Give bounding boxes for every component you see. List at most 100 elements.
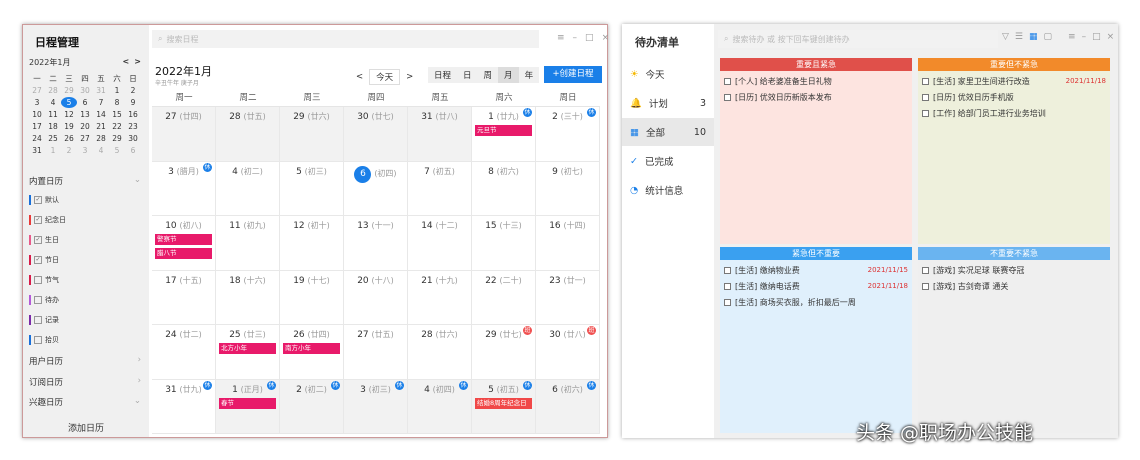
menu-icon[interactable]: ≡: [557, 33, 565, 43]
filter-icon[interactable]: ▽: [1002, 32, 1009, 42]
day-cell[interactable]: 1 (正月) 休春节: [216, 379, 280, 434]
day-cell[interactable]: 27 (廿五): [344, 325, 408, 380]
calendar-item[interactable]: 拾贝: [29, 335, 59, 345]
chevron-down-icon[interactable]: ⌄: [134, 175, 141, 187]
chevron-right-icon[interactable]: ›: [138, 376, 141, 388]
calendar-checkbox[interactable]: [34, 276, 42, 284]
calendar-item[interactable]: 记录: [29, 315, 59, 325]
day-cell[interactable]: 28 (廿五): [216, 107, 280, 162]
day-cell[interactable]: 26 (廿四) 南方小年: [280, 325, 344, 380]
todo-item[interactable]: [游戏] 实况足球 联赛夺冠: [918, 262, 1110, 278]
calendar-item[interactable]: 节气: [29, 275, 59, 285]
event-chip[interactable]: 南方小年: [283, 343, 340, 354]
todo-checkbox[interactable]: [724, 298, 731, 306]
day-cell[interactable]: 3 (腊月) 休: [152, 161, 216, 216]
mini-day[interactable]: 13: [77, 109, 93, 120]
day-cell[interactable]: 23 (廿一): [536, 270, 600, 325]
view-tab[interactable]: 月: [498, 67, 519, 83]
todo-checkbox[interactable]: [922, 282, 929, 290]
calendar-checkbox[interactable]: ✓: [34, 236, 42, 244]
day-cell[interactable]: 8 (初六): [472, 161, 536, 216]
day-cell[interactable]: 5 (初三): [280, 161, 344, 216]
mini-day[interactable]: 5: [61, 97, 77, 108]
mini-day[interactable]: 26: [61, 133, 77, 144]
todo-checkbox[interactable]: [922, 109, 929, 117]
create-schedule-button[interactable]: +创建日程: [544, 66, 602, 83]
view-tab[interactable]: 日: [457, 67, 478, 83]
day-cell[interactable]: 29 (廿七) 班: [472, 325, 536, 380]
mini-day[interactable]: 9: [125, 97, 141, 108]
day-cell[interactable]: 11 (初九): [216, 216, 280, 271]
mini-day[interactable]: 2: [125, 85, 141, 96]
prev-month-button[interactable]: <: [356, 72, 363, 82]
mini-day[interactable]: 4: [45, 97, 61, 108]
mini-day[interactable]: 16: [125, 109, 141, 120]
mini-day[interactable]: 23: [125, 121, 141, 132]
minimize-icon[interactable]: –: [1082, 32, 1087, 42]
event-chip[interactable]: 腊八节: [155, 248, 212, 259]
mini-day[interactable]: 6: [77, 97, 93, 108]
minimize-icon[interactable]: –: [573, 33, 578, 43]
calendar-item[interactable]: ✓ 节日: [29, 255, 59, 265]
day-cell[interactable]: 31 (廿九) 休: [152, 379, 216, 434]
mini-day[interactable]: 11: [45, 109, 61, 120]
todo-nav-grid[interactable]: ▦ 全部 10: [622, 118, 714, 146]
day-cell[interactable]: 13 (十一): [344, 216, 408, 271]
todo-item[interactable]: [生活] 商场买衣服，折扣最后一周: [720, 294, 912, 310]
calendar-checkbox[interactable]: [34, 296, 42, 304]
day-cell[interactable]: 9 (初七): [536, 161, 600, 216]
mini-day[interactable]: 7: [93, 97, 109, 108]
todo-item[interactable]: [工作] 给部门员工进行业务培训: [918, 105, 1110, 121]
day-cell[interactable]: 28 (廿六): [408, 325, 472, 380]
schedule-search-input[interactable]: ⌕ 搜索日程: [152, 30, 539, 48]
mini-day[interactable]: 27: [29, 85, 45, 96]
next-month-button[interactable]: >: [406, 72, 413, 82]
day-cell[interactable]: 24 (廿二): [152, 325, 216, 380]
mini-day[interactable]: 21: [93, 121, 109, 132]
mini-day[interactable]: 28: [45, 85, 61, 96]
view-tab[interactable]: 周: [478, 67, 499, 83]
subscribed-calendars-label[interactable]: 订阅日历: [29, 376, 63, 388]
day-cell[interactable]: 15 (十三): [472, 216, 536, 271]
calendar-item[interactable]: 待办: [29, 295, 59, 305]
day-cell[interactable]: 12 (初十): [280, 216, 344, 271]
calendar-item[interactable]: ✓ 生日: [29, 235, 59, 245]
day-cell[interactable]: 4 (初四) 休: [408, 379, 472, 434]
day-cell[interactable]: 7 (初五): [408, 161, 472, 216]
day-cell[interactable]: 31 (廿八): [408, 107, 472, 162]
mini-day[interactable]: 1: [109, 85, 125, 96]
todo-checkbox[interactable]: [922, 266, 929, 274]
todo-checkbox[interactable]: [922, 93, 929, 101]
day-cell[interactable]: 20 (十八): [344, 270, 408, 325]
chevron-right-icon[interactable]: ›: [138, 355, 141, 367]
mini-day[interactable]: 31: [93, 85, 109, 96]
event-chip[interactable]: 元旦节: [475, 125, 532, 136]
todo-checkbox[interactable]: [724, 77, 731, 85]
mini-day[interactable]: 10: [29, 109, 45, 120]
day-cell[interactable]: 6 (初四): [344, 161, 408, 216]
todo-checkbox[interactable]: [922, 77, 929, 85]
day-cell[interactable]: 30 (廿八) 班: [536, 325, 600, 380]
day-cell[interactable]: 18 (十六): [216, 270, 280, 325]
mini-day[interactable]: 30: [125, 133, 141, 144]
todo-nav-bell[interactable]: 🔔 计划 3: [622, 89, 714, 117]
calendar-view-icon[interactable]: ▢: [1044, 32, 1053, 42]
mini-day[interactable]: 19: [61, 121, 77, 132]
day-cell[interactable]: 10 (初八) 警察节 腊八节: [152, 216, 216, 271]
close-icon[interactable]: ×: [602, 33, 610, 43]
day-cell[interactable]: 3 (初三) 休: [344, 379, 408, 434]
day-cell[interactable]: 30 (廿七): [344, 107, 408, 162]
interest-calendars-label[interactable]: 兴趣日历: [29, 396, 63, 408]
todo-checkbox[interactable]: [724, 93, 731, 101]
chevron-down-icon[interactable]: ⌄: [134, 396, 141, 408]
todo-item[interactable]: [游戏] 古剑奇谭 通关: [918, 278, 1110, 294]
mini-day[interactable]: 30: [77, 85, 93, 96]
mini-day[interactable]: 15: [109, 109, 125, 120]
day-cell[interactable]: 5 (初五) 休结婚8周年纪念日: [472, 379, 536, 434]
day-cell[interactable]: 2 (初二) 休: [280, 379, 344, 434]
mini-day[interactable]: 29: [61, 85, 77, 96]
mini-day[interactable]: 5: [109, 145, 125, 156]
todo-item[interactable]: [生活] 缴纳电话费 2021/11/18: [720, 278, 912, 294]
mini-day[interactable]: 6: [125, 145, 141, 156]
mini-next-button[interactable]: >: [134, 57, 141, 66]
